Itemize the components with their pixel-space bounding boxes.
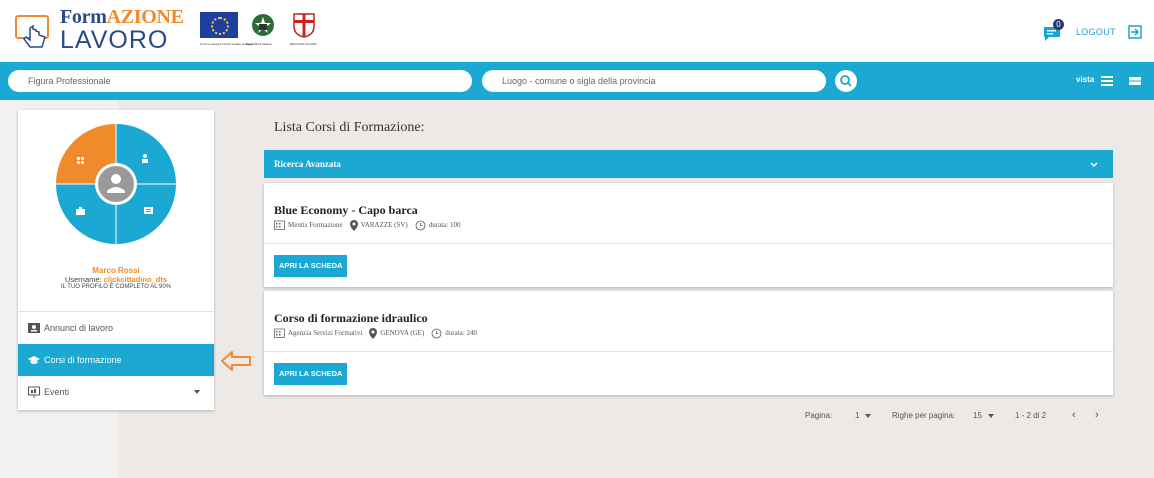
page-label: Pagina:: [805, 411, 833, 420]
logo-title-bottom: LAVORO: [60, 26, 169, 54]
course-card: Corso di formazione idraulico Agenzia Se…: [264, 291, 1113, 395]
next-page-button[interactable]: ›: [1095, 409, 1099, 421]
institution-logos: Unione europea Fondo sociale europeo Rep…: [200, 12, 330, 48]
course-location: VARAZZE (SV): [360, 221, 408, 229]
pagination-range: 1 - 2 di 2: [1015, 411, 1047, 420]
menu-item-annunci[interactable]: Annunci di lavoro: [18, 312, 214, 344]
map-marker-icon: [369, 327, 378, 339]
user-name: Marco Rossi: [92, 266, 140, 275]
clock-icon: [415, 220, 426, 230]
username: clickcittadino_dts: [103, 275, 168, 284]
card-view-icon[interactable]: [1129, 76, 1141, 86]
eu-flag-icon: [200, 12, 238, 38]
graduation-cap-icon: [28, 356, 40, 364]
prev-page-button[interactable]: ‹: [1072, 409, 1076, 421]
menu-label: Eventi: [44, 387, 70, 397]
chevron-down-icon: [1090, 162, 1098, 168]
chevron-down-icon: [194, 390, 200, 394]
view-label: vista: [1076, 75, 1095, 84]
logout-icon[interactable]: [1128, 25, 1142, 39]
search-button[interactable]: [835, 70, 857, 92]
hand-pointer-icon: [15, 15, 49, 48]
menu-label: Corsi di formazione: [44, 355, 122, 365]
location-search-input[interactable]: [482, 70, 826, 92]
course-location: GENOVA (GE): [380, 329, 425, 337]
profession-search-input[interactable]: [8, 70, 472, 92]
card-divider: [264, 351, 1113, 352]
course-card: Blue Economy - Capo barca Mentis Formazi…: [264, 183, 1113, 287]
card-divider: [264, 243, 1113, 244]
course-title: Blue Economy - Capo barca: [274, 203, 418, 217]
id-card-icon: [28, 323, 40, 333]
rows-per-page-select[interactable]: 15: [973, 411, 982, 420]
search-icon: [840, 75, 852, 87]
menu-label: Annunci di lavoro: [44, 323, 114, 333]
open-course-button[interactable]: APRI LA SCHEDA: [274, 255, 348, 277]
rows-per-page-label: Righe per pagina:: [892, 411, 956, 420]
menu-item-eventi[interactable]: Eventi: [18, 376, 214, 408]
presentation-icon: [28, 386, 40, 398]
eu-caption: Unione europea Fondo sociale europeo: [200, 42, 253, 46]
course-title: Corso di formazione idraulico: [274, 311, 428, 325]
course-provider: Agenzia Servizi Formativi: [288, 329, 363, 337]
chevron-down-icon[interactable]: [988, 414, 994, 418]
course-duration: durata: 100: [428, 221, 461, 229]
liguria-caption: REGIONE LIGURIA: [290, 42, 317, 46]
notification-badge: 0: [1053, 19, 1064, 30]
advanced-search-label: Ricerca Avanzata: [274, 159, 341, 169]
formazione-lavoro-logo[interactable]: FormAZIONE LAVORO: [14, 6, 184, 54]
list-view-icon[interactable]: [1101, 76, 1113, 86]
open-course-button[interactable]: APRI LA SCHEDA: [274, 363, 348, 385]
course-meta: Agenzia Servizi Formativi GENOVA (GE) du…: [274, 327, 477, 339]
course-meta: Mentis Formazione VARAZZE (SV) durata: 1…: [274, 219, 460, 231]
clock-icon: [431, 328, 442, 338]
logout-link[interactable]: LOGOUT: [1076, 27, 1116, 37]
menu-item-corsi[interactable]: Corsi di formazione: [18, 344, 214, 376]
arrow-left-icon: [221, 351, 251, 371]
advanced-search-panel[interactable]: Ricerca Avanzata: [264, 150, 1113, 178]
building-icon: [274, 328, 285, 338]
page-title: Lista Corsi di Formazione:: [274, 120, 425, 135]
building-icon: [274, 220, 285, 230]
search-bar: [0, 62, 1154, 100]
course-provider: Mentis Formazione: [288, 221, 343, 229]
course-duration: durata: 240: [445, 329, 477, 337]
italy-caption: Repubblica Italiana: [246, 42, 272, 46]
username-line: Username: clickcittadino_dts: [64, 275, 168, 284]
header: FormAZIONE LAVORO Unione europea Fondo s…: [0, 0, 1154, 62]
italian-republic-emblem-icon: [252, 14, 274, 36]
regione-liguria-emblem-icon: [293, 13, 315, 38]
message-icon: [144, 207, 153, 214]
map-marker-icon: [349, 219, 358, 231]
profile-wheel: [56, 124, 176, 244]
user-panel: Marco Rossi Username: clickcittadino_dts…: [18, 110, 214, 410]
profile-completion: IL TUO PROFILO È COMPLETO AL 90%: [60, 284, 172, 290]
chevron-down-icon[interactable]: [865, 414, 871, 418]
page-select[interactable]: 1: [855, 411, 859, 420]
